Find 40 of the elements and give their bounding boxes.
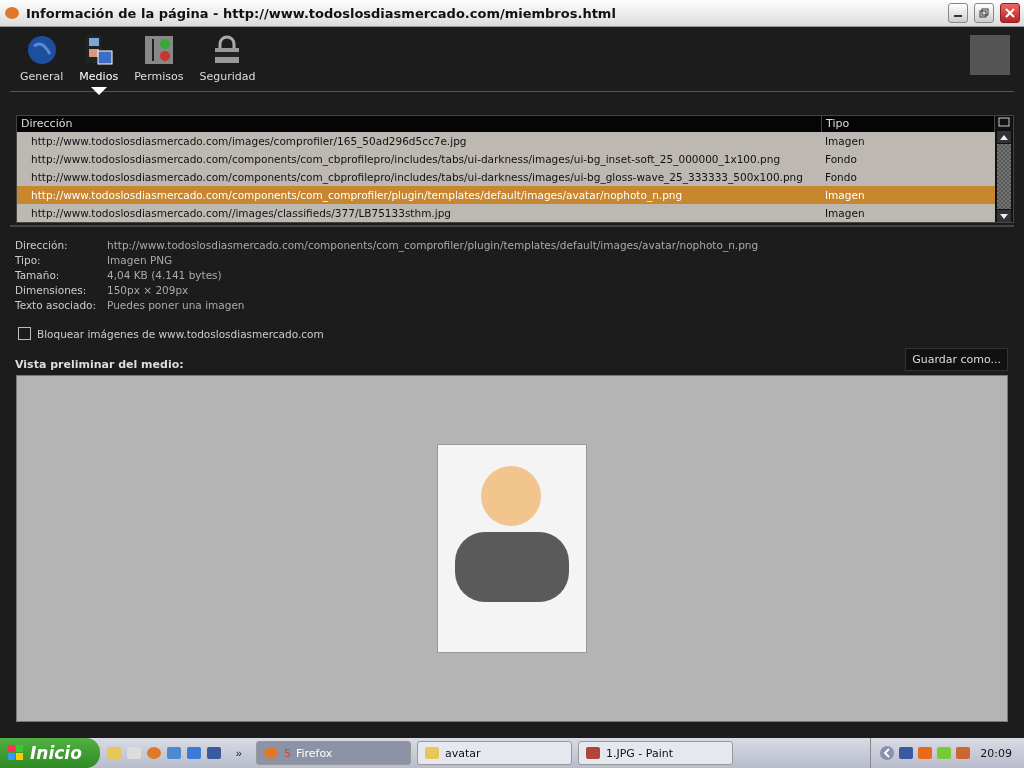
table-cell-text: Imagen <box>824 206 866 221</box>
table-row[interactable]: http://www.todoslosdiasmercado.com/images/comprofiler/165_50ad296d5cc7e.jpg Imagen <box>17 132 995 150</box>
field-value: 4,04 KB (4.141 bytes) <box>107 269 223 281</box>
table-cell-text: http://www.todoslosdiasmercado.com/components/com_cbprofilepro/includes/tabs/ui-darkness/images/ui-bg_inset-soft_25_000000_1x100.png <box>30 152 782 168</box>
column-header[interactable]: Dirección <box>17 116 822 132</box>
checkbox-label[interactable]: Bloquear imágenes de www.todoslosdiasmercado.com <box>37 327 324 340</box>
field-value: http://www.todoslosdiasmercado.com/components/com_comprofiler/plugin/templates/default/images/avatar/nophoto_n.png <box>107 239 760 251</box>
table-row[interactable]: http://www.todoslosdiasmercado.com//images/classifieds/377/LB75133sthm.jpg Imagen <box>17 204 995 222</box>
field-label: Tipo: <box>15 254 42 266</box>
table-cell-text: Fondo <box>824 152 858 167</box>
taskbar-button[interactable]: 1.JPG - Paint <box>577 741 733 765</box>
field-label: Dimensiones: <box>15 284 88 296</box>
table-cell-text: http://www.todoslosdiasmercado.com/components/com_cbprofilepro/includes/tabs/ui-darkness/images/ui-bg_gloss-wave_25_333333_500x100.png <box>30 170 804 186</box>
field-value: Imagen PNG <box>107 254 174 266</box>
field-value: 150px × 209px <box>107 284 190 296</box>
save-as-button[interactable]: Guardar como... <box>905 348 1008 371</box>
table-cell-text: http://www.todoslosdiasmercado.com/images/comprofiler/165_50ad296d5cc7e.jpg <box>30 134 468 150</box>
table-cell-text: Fondo <box>824 170 858 185</box>
tab[interactable]: Medios <box>73 34 125 95</box>
tab[interactable]: General <box>14 34 70 95</box>
taskbar-button[interactable]: avatar <box>416 741 572 765</box>
table-cell-text: Imagen <box>824 134 866 149</box>
tab[interactable]: Permisos <box>128 34 190 95</box>
table-row[interactable]: http://www.todoslosdiasmercado.com/components/com_cbprofilepro/includes/tabs/ui-darkness/images/ui-bg_inset-soft_25_000000_1x100.png Fondo <box>17 150 995 168</box>
task-label: Firefox <box>295 746 333 760</box>
table-cell-text: http://www.todoslosdiasmercado.com//images/classifieds/377/LB75133sthm.jpg <box>30 206 452 221</box>
field-label: Texto asociado: <box>15 299 98 311</box>
field-label: Tamaño: <box>15 269 61 281</box>
more-button[interactable]: » <box>227 747 250 759</box>
group-count: 5 <box>283 746 291 760</box>
task-label: avatar <box>444 746 481 760</box>
table-cell-text: http://www.todoslosdiasmercado.com/components/com_comprofiler/plugin/templates/default/images/avatar/nophoto_n.png <box>30 188 684 204</box>
window-title: Información de la página - http://www.todoslosdiasmercado.com/miembros.html <box>26 5 617 21</box>
task-label: 1.JPG - Paint <box>605 746 674 760</box>
field-value: Puedes poner una imagen <box>107 299 246 311</box>
section-title: Vista preliminar del medio: <box>15 358 184 371</box>
field-label: Dirección: <box>15 239 69 251</box>
table-row[interactable]: http://www.todoslosdiasmercado.com/components/com_cbprofilepro/includes/tabs/ui-darkness/images/ui-bg_gloss-wave_25_333333_500x100.png Fondo <box>17 168 995 186</box>
clock: 20:09 <box>980 746 1012 760</box>
table-cell-text: Imagen <box>824 188 866 203</box>
